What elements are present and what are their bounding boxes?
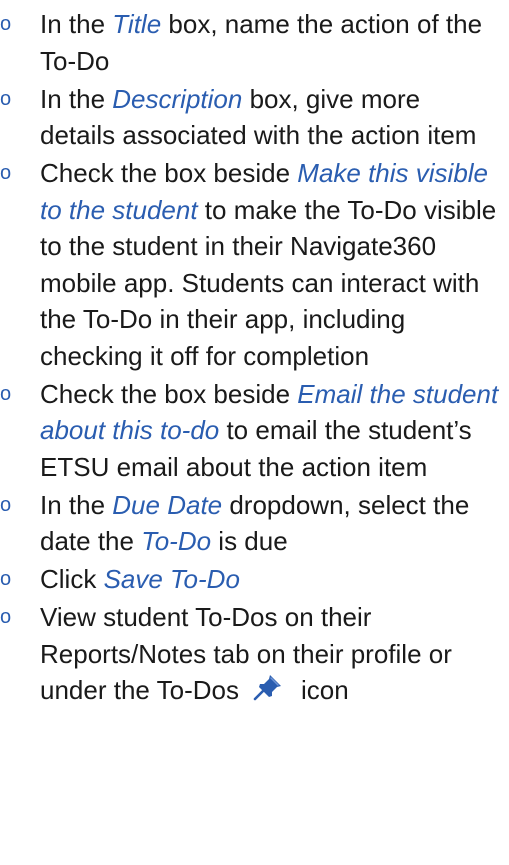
list-item-visible-to-student: o Check the box beside Make this visible … (0, 155, 509, 374)
bullet-icon: o (0, 606, 12, 628)
document-page: o In the Title box, name the action of th… (0, 0, 509, 865)
bullet-icon: o (0, 382, 12, 405)
bullet-icon: o (0, 13, 12, 35)
field-name-description: Description (112, 83, 243, 114)
list-item-view-todos: o View student To-Dos on their Reports/No… (0, 599, 509, 709)
field-name-to-do: To-Do (141, 526, 212, 556)
bullet-icon: o (0, 493, 12, 516)
list-item-save: o Click Save To-Do (0, 561, 509, 598)
pushpin-icon (253, 675, 281, 701)
field-name-title: Title (112, 9, 162, 39)
bullet-icon: o (0, 87, 12, 110)
list-item-due-date: o In the Due Date dropdown, select the da… (0, 487, 509, 560)
instruction-list: o In the Title box, name the action of th… (0, 6, 509, 710)
list-item-email-student: o Check the box beside Email the student … (0, 376, 509, 486)
bullet-icon: o (0, 162, 12, 184)
list-item-description: o In the Description box, give more detai… (0, 81, 509, 154)
list-item-title: o In the Title box, name the action of th… (0, 6, 509, 79)
bullet-icon: o (0, 568, 12, 590)
field-name-due-date: Due Date (112, 489, 223, 520)
button-name-save-to-do: Save To-Do (103, 564, 240, 594)
